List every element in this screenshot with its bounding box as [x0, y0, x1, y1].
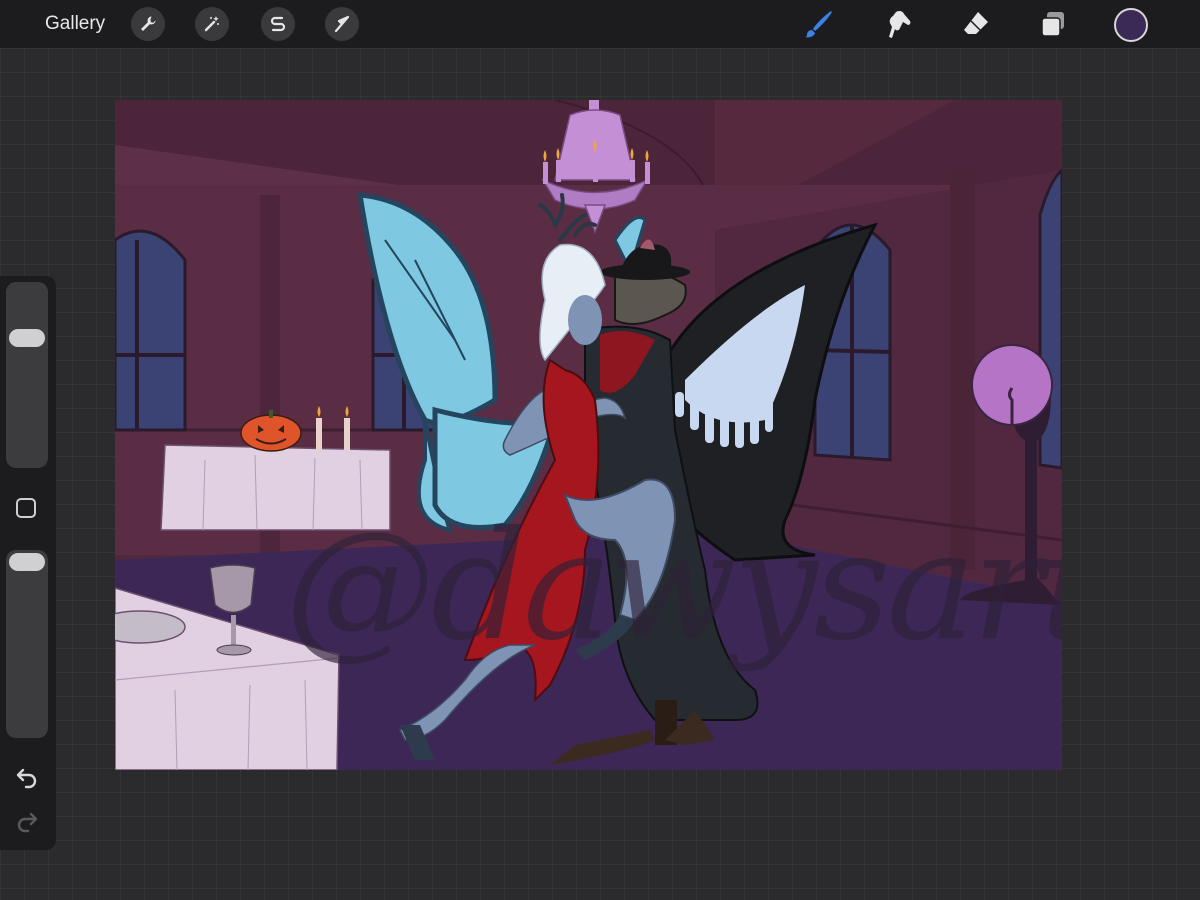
brush-size-thumb[interactable]	[9, 328, 45, 347]
eraser-icon[interactable]	[960, 8, 992, 40]
actions-wrench-icon[interactable]	[131, 7, 165, 41]
layers-icon[interactable]	[1037, 8, 1069, 40]
redo-icon[interactable]	[14, 808, 40, 834]
brush-size-slider[interactable]	[6, 282, 48, 468]
undo-icon[interactable]	[14, 764, 40, 790]
modify-square-icon[interactable]	[16, 498, 36, 518]
adjustments-wand-icon[interactable]	[195, 7, 229, 41]
left-sidebar	[0, 276, 56, 850]
watermark-text: @dawysart	[285, 500, 1062, 674]
brush-icon[interactable]	[803, 8, 835, 40]
drawing-canvas[interactable]: @dawysart	[115, 100, 1062, 770]
top-toolbar: Gallery	[0, 0, 1200, 48]
smudge-icon[interactable]	[882, 8, 914, 40]
opacity-thumb[interactable]	[9, 553, 45, 571]
selection-icon[interactable]	[261, 7, 295, 41]
window-left	[115, 229, 187, 432]
color-swatch[interactable]	[1114, 8, 1148, 42]
gallery-button[interactable]: Gallery	[45, 12, 105, 36]
opacity-slider[interactable]	[6, 550, 48, 738]
transform-arrow-icon[interactable]	[325, 7, 359, 41]
